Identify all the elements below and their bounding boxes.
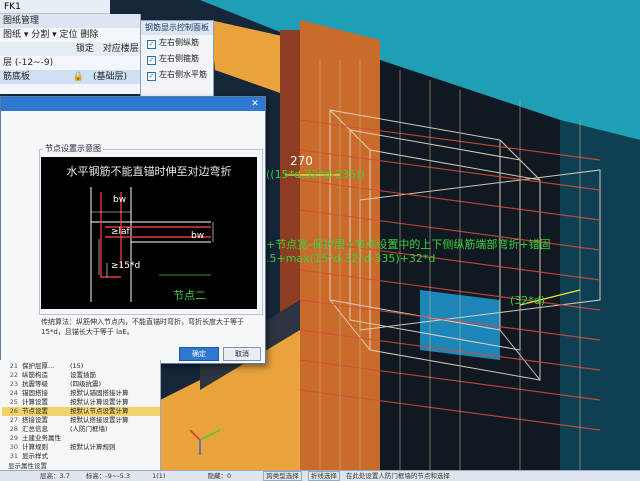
property-row[interactable]: 24 锚固搭接 按默认锚固搭接计算: [2, 389, 160, 398]
ok-button[interactable]: 确定: [179, 347, 219, 361]
cancel-button[interactable]: 取消: [223, 347, 261, 361]
drawing-toolbar-row[interactable]: 图纸 ▾ 分割 ▾ 定位 删除: [0, 28, 140, 42]
property-row-number: 22: [9, 371, 18, 379]
checkbox-label: 左右侧纵筋: [159, 38, 199, 47]
property-name: 土建业务属性: [22, 434, 61, 442]
property-name: 抗震等级: [22, 380, 48, 388]
checkbox-checked-icon: ✓: [147, 56, 156, 65]
column-lock: 锁定: [75, 44, 94, 54]
property-row[interactable]: 29 土建业务属性: [2, 434, 160, 443]
property-name: 保护层厚...: [22, 362, 55, 370]
property-value[interactable]: 按默认搭接设置计算: [70, 416, 129, 424]
property-row[interactable]: 21 保护层厚... (15): [2, 362, 160, 371]
checkbox-label: 左右侧水平筋: [159, 70, 207, 79]
property-name: 搭接设置: [22, 416, 48, 424]
property-row[interactable]: 30 计算规则 按默认计算规则: [2, 443, 160, 452]
property-value[interactable]: 按默认计算规则: [70, 443, 116, 451]
property-row-number: 26: [9, 407, 18, 415]
close-icon[interactable]: ✕: [249, 98, 261, 110]
property-row-number: 25: [9, 398, 18, 406]
property-row[interactable]: 25 计算设置 按默认计算设置计算: [2, 398, 160, 407]
checkbox-side-stirrup[interactable]: ✓ 左右侧箍筋: [141, 51, 213, 67]
node-settings-dialog: ✕ 节点设置示意图 水平钢筋不能直锚时伸至对边弯折 bw ≥laf bw ≥15…: [0, 96, 266, 364]
property-row-number: 30: [9, 443, 18, 451]
status-item: 标高：-9~-5.3: [85, 472, 131, 480]
property-row-number: 27: [9, 416, 18, 424]
property-row-number: 21: [9, 362, 18, 370]
formula-label-4: (32*d): [510, 294, 546, 307]
diagram-group-label: 节点设置示意图: [43, 143, 103, 154]
floor-row-label: 筋底板: [3, 72, 31, 82]
property-row-number: 23: [9, 380, 18, 388]
property-row-number: 28: [9, 425, 18, 433]
checkbox-side-horizontal[interactable]: ✓ 左右侧水平筋: [141, 67, 213, 83]
checkbox-checked-icon: ✓: [147, 72, 156, 81]
status-bar: 层高：3.7 标高：-9~-5.3 1(1) 隐藏：0 跨类型选择 折线选择 在…: [0, 470, 640, 481]
document-tab-title: FK1: [4, 2, 21, 12]
floor-row-selected[interactable]: 筋底板 🔒 (基础层): [0, 70, 140, 84]
formula-label-2: +节点宽-保护层+节点设置中的上下侧纵筋端部弯折+错固: [266, 238, 551, 251]
label-bw-top: bw: [113, 195, 127, 205]
property-name: 纵筋构造: [22, 371, 48, 379]
property-row-number: 29: [9, 434, 18, 442]
property-row[interactable]: 26 节点设置 按默认节点设置计算: [2, 407, 160, 416]
property-row-number: 24: [9, 389, 18, 397]
property-value[interactable]: 设置插筋: [70, 371, 96, 379]
status-item: 1(1): [152, 472, 166, 480]
status-item: 层高：3.7: [40, 472, 70, 480]
node-description: 传统算法：纵筋伸入节点内，不能直锚时弯折，弯折长度大于等于 15*d，且锚长大于…: [41, 318, 244, 336]
property-name: 锚固搭接: [22, 389, 48, 397]
property-name: 节点设置: [22, 407, 48, 415]
property-value[interactable]: 按默认锚固搭接计算: [70, 389, 129, 397]
property-row[interactable]: 23 抗震等级 (四级抗震): [2, 380, 160, 389]
label-bw-right: bw: [191, 231, 205, 241]
property-value[interactable]: (四级抗震): [70, 380, 101, 388]
floor-row-value: (基础层): [92, 72, 128, 82]
dimension-270-label: 270: [290, 154, 313, 168]
document-tab[interactable]: FK1: [0, 0, 110, 14]
checkbox-label: 左右侧箍筋: [159, 54, 199, 63]
property-value[interactable]: (人防门框墙): [70, 425, 108, 433]
node-diagram: 水平钢筋不能直锚时伸至对边弯折 bw ≥laf bw ≥15*d 节点二: [41, 157, 257, 309]
properties-footer[interactable]: 显示属性设置: [8, 460, 47, 470]
property-value[interactable]: (15): [70, 362, 83, 370]
node-diagram-drawing: [90, 187, 214, 302]
label-laf: ≥laf: [111, 227, 130, 237]
property-name: 计算规则: [22, 443, 48, 451]
status-hint: 在此处设置人防门框墙的节点和选择: [345, 472, 450, 480]
property-row[interactable]: 22 纵筋构造 设置插筋: [2, 371, 160, 380]
property-name: 汇总信息: [22, 425, 48, 433]
rebar-display-control-panel: 钢筋显示控制面板 ✓ 左右侧纵筋 ✓ 左右侧箍筋 ✓ 左右侧水平筋: [140, 20, 214, 104]
status-item: 隐藏：0: [207, 472, 232, 480]
label-node-two: 节点二: [173, 289, 206, 302]
property-row[interactable]: 28 汇总信息 (人防门框墙): [2, 425, 160, 434]
lock-icon: 🔒: [72, 72, 85, 82]
property-name: 计算设置: [22, 398, 48, 406]
property-row[interactable]: 27 搭接设置 按默认搭接设置计算: [2, 416, 160, 425]
checkbox-checked-icon: ✓: [147, 40, 156, 49]
column-floor: 对应楼层: [102, 44, 139, 54]
property-value[interactable]: 按默认计算设置计算: [70, 398, 129, 406]
formula-label-3: .5+max(15*d,32*d-335)+32*d: [266, 252, 436, 265]
dialog-title-bar[interactable]: ✕: [1, 97, 265, 111]
label-15d: ≥15*d: [111, 261, 141, 271]
floor-row[interactable]: 层 (-12~-9): [0, 56, 140, 70]
formula-label-1: ((15*d,32*d-335)): [266, 168, 365, 181]
control-panel-title: 钢筋显示控制面板: [141, 21, 213, 35]
tab-drawing-management[interactable]: 图纸管理: [3, 16, 39, 26]
properties-panel: 21 保护层厚... (15) 22 纵筋构造 设置插筋 23 抗震等级 (四级抗震) 24 锚固搭…: [0, 360, 161, 470]
drawing-manager-panel: 图纸管理 图纸 ▾ 分割 ▾ 定位 删除 锁定 对应楼层 层 (-12~-9) …: [0, 14, 141, 94]
checkbox-side-longitudinal[interactable]: ✓ 左右侧纵筋: [141, 35, 213, 51]
property-value[interactable]: 按默认节点设置计算: [70, 407, 129, 415]
